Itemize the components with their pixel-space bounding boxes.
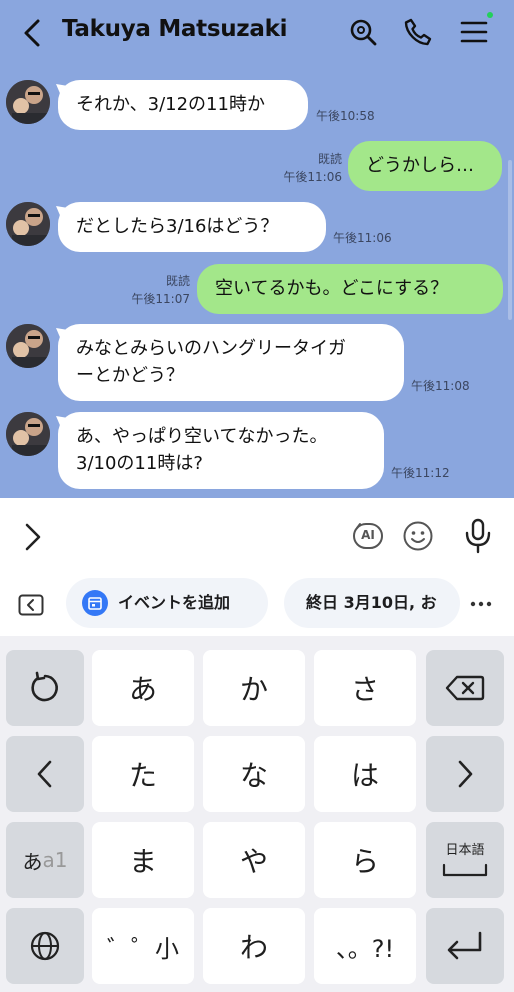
key-dakuten[interactable]: ゛゜小 [92, 908, 194, 984]
backspace-key[interactable] [426, 650, 504, 726]
key-a[interactable]: あ [92, 650, 194, 726]
message-bubble[interactable]: あ、やっぱり空いてなかった。 3/10の11時は? [58, 412, 384, 489]
key-ma[interactable]: ま [92, 822, 194, 898]
message-time: 午後11:06 [333, 231, 392, 245]
message-time: 午後11:06 [283, 170, 342, 184]
emoji-icon[interactable] [402, 520, 434, 552]
collapse-icon[interactable] [18, 594, 44, 616]
mic-icon[interactable] [464, 518, 492, 554]
key-sa[interactable]: さ [314, 650, 416, 726]
mode-kana: あ [22, 849, 43, 874]
cursor-left-key[interactable] [6, 736, 84, 812]
space-key[interactable]: 日本語 [426, 822, 504, 898]
avatar[interactable] [6, 412, 50, 456]
event-detail-chip[interactable]: 終日 3月10日, お [284, 578, 460, 628]
add-event-chip[interactable]: イベントを追加 [66, 578, 268, 628]
message-text: だとしたら3/16はどう？ [76, 216, 279, 237]
globe-icon [30, 931, 60, 961]
phone-icon[interactable] [403, 17, 433, 47]
mode-alpha: a1 [42, 848, 68, 872]
message-text-line: 3/10の11時は? [76, 453, 203, 474]
enter-icon [447, 931, 482, 960]
search-icon[interactable] [348, 17, 378, 47]
cursor-right-key[interactable] [426, 736, 504, 812]
notification-dot [487, 12, 493, 18]
input-mode-key[interactable]: あ a1 [6, 822, 84, 898]
message-bubble[interactable]: 空いてるかも。どこにする？ [197, 264, 503, 314]
back-icon[interactable] [20, 18, 46, 48]
scrollbar[interactable] [508, 160, 512, 320]
undo-key[interactable] [6, 650, 84, 726]
message-text: どうかしら… [366, 155, 474, 176]
message-text: 空いてるかも。どこにする？ [215, 278, 449, 299]
calendar-icon [82, 590, 108, 616]
ai-label: AI [361, 528, 375, 542]
avatar[interactable] [6, 202, 50, 246]
key-ha[interactable]: は [314, 736, 416, 812]
space-icon [442, 863, 488, 877]
message-time: 午後11:07 [131, 292, 190, 306]
more-icon[interactable] [470, 600, 492, 608]
event-detail-label: 終日 3月10日, お [306, 593, 437, 612]
read-receipt: 既読 [317, 152, 342, 166]
chevron-right-icon[interactable] [22, 522, 44, 552]
message-text: それか、3/12の11時か [76, 94, 265, 115]
message-input-bar: AI [0, 498, 514, 576]
language-label: 日本語 [445, 843, 485, 858]
message-text-line: あ、やっぱり空いてなかった。 [76, 426, 328, 447]
globe-key[interactable] [6, 908, 84, 984]
message-text-line: ーとかどう？ [76, 365, 184, 386]
message-bubble[interactable]: どうかしら… [348, 141, 502, 191]
message-bubble[interactable]: みなとみらいのハングリータイガ ーとかどう？ [58, 324, 404, 401]
message-bubble[interactable]: それか、3/12の11時か [58, 80, 308, 130]
avatar[interactable] [6, 324, 50, 368]
message-time: 午後11:12 [391, 466, 450, 480]
key-ya[interactable]: や [203, 822, 305, 898]
chevron-left-icon [37, 760, 52, 788]
chat-header: Takuya Matsuzaki [0, 0, 514, 64]
message-time: 午後11:08 [411, 379, 470, 393]
key-na[interactable]: な [203, 736, 305, 812]
avatar[interactable] [6, 80, 50, 124]
chat-area: Takuya Matsuzaki それか、3/12の11時か 午後10:58 既… [0, 0, 514, 498]
key-wa[interactable]: わ [203, 908, 305, 984]
keyboard: あ か さ た な は あ a1 ま や ら 日本語 ゛゜小 わ 、。?! [0, 636, 514, 992]
undo-icon [31, 671, 58, 702]
ai-icon[interactable]: AI [352, 520, 384, 552]
message-time: 午後10:58 [316, 109, 375, 123]
add-event-label: イベントを追加 [118, 593, 231, 612]
message-text-line: みなとみらいのハングリータイガ [76, 338, 346, 359]
read-receipt: 既読 [165, 274, 190, 288]
chevron-right-icon [458, 760, 473, 788]
key-ka[interactable]: か [203, 650, 305, 726]
key-punctuation[interactable]: 、。?! [314, 908, 416, 984]
enter-key[interactable] [426, 908, 504, 984]
suggestion-bar: イベントを追加 終日 3月10日, お [0, 576, 514, 636]
backspace-icon [445, 675, 485, 701]
key-ta[interactable]: た [92, 736, 194, 812]
message-bubble[interactable]: だとしたら3/16はどう？ [58, 202, 326, 252]
key-ra[interactable]: ら [314, 822, 416, 898]
menu-icon[interactable] [459, 17, 489, 47]
chat-title: Takuya Matsuzaki [62, 16, 288, 42]
